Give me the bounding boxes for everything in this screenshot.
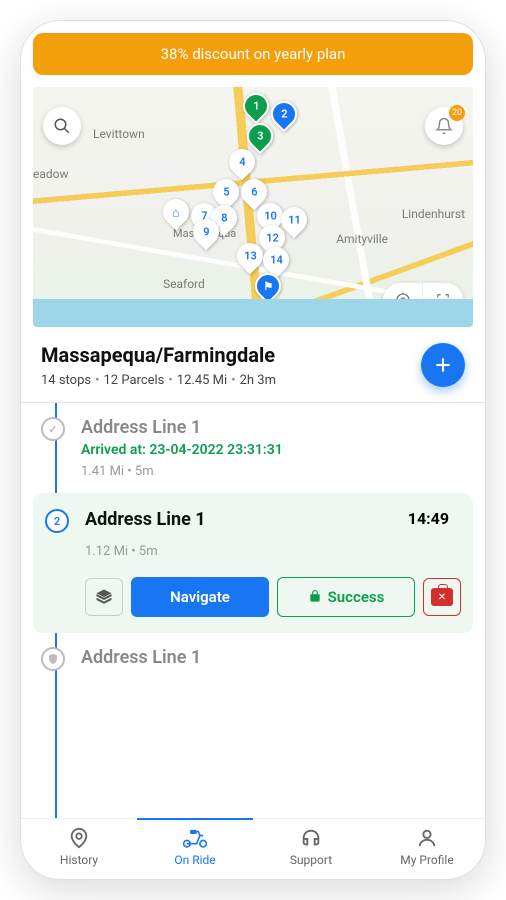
map[interactable]: Levittown eadow Lindenhurst Amityville S… — [33, 87, 473, 327]
navigate-button[interactable]: Navigate — [131, 577, 269, 617]
stop-eta: 14:49 — [408, 509, 449, 528]
stop-marker-shield — [41, 647, 65, 671]
shield-icon — [47, 653, 59, 665]
fullscreen-button[interactable] — [423, 283, 463, 317]
fail-button[interactable]: ✕ — [423, 578, 461, 616]
notifications-button[interactable]: 20 — [425, 107, 463, 145]
tab-profile[interactable]: My Profile — [369, 827, 485, 867]
add-stop-button[interactable] — [421, 343, 465, 387]
promo-banner[interactable]: 38% discount on yearly plan — [33, 33, 473, 75]
stop-marker-number: 2 — [45, 509, 69, 533]
map-search-button[interactable] — [43, 107, 81, 145]
layers-button[interactable] — [85, 578, 123, 616]
success-button[interactable]: Success — [277, 577, 415, 617]
route-meta: 14 stops•12 Parcels•12.45 Mi•2h 3m — [41, 373, 276, 388]
route-header: Massapequa/Farmingdale 14 stops•12 Parce… — [21, 327, 485, 403]
stop-title: Address Line 1 — [85, 509, 461, 530]
map-controls — [383, 283, 463, 317]
stop-distance: 1.41 Mi • 5m — [81, 464, 465, 479]
bottom-tabbar: History On Ride Support My Profile — [21, 818, 485, 879]
stops-list[interactable]: Address Line 1 Arrived at: 23-04-2022 23… — [21, 403, 485, 818]
search-icon — [53, 117, 71, 135]
tab-history[interactable]: History — [21, 827, 137, 867]
bell-icon — [435, 117, 453, 135]
scooter-icon — [137, 827, 253, 851]
history-icon — [21, 827, 137, 851]
layers-icon — [95, 588, 113, 606]
package-icon — [308, 590, 322, 604]
stop-item[interactable]: Address Line 1 Arrived at: 23-04-2022 23… — [21, 403, 485, 493]
notification-badge: 20 — [449, 105, 465, 121]
stop-title: Address Line 1 — [81, 417, 465, 438]
map-label: Levittown — [93, 127, 145, 141]
fail-icon: ✕ — [431, 588, 453, 606]
map-attribution: powered by Google — [210, 308, 295, 319]
map-label: eadow — [33, 167, 69, 181]
map-pin[interactable]: 2 — [266, 96, 303, 133]
plus-icon — [433, 355, 453, 375]
tab-on-ride[interactable]: On Ride — [137, 818, 253, 867]
recenter-button[interactable] — [383, 283, 423, 317]
stop-arrived-at: Arrived at: 23-04-2022 23:31:31 — [81, 442, 465, 458]
tab-support[interactable]: Support — [253, 827, 369, 867]
google-logo: Google — [41, 303, 85, 319]
map-pin[interactable]: 1 — [238, 88, 275, 125]
fullscreen-icon — [436, 293, 450, 307]
stop-title: Address Line 1 — [81, 647, 465, 668]
map-label: Seaford — [163, 277, 205, 291]
app-screen: 38% discount on yearly plan Levittown ea… — [20, 20, 486, 880]
stop-distance: 1.12 Mi • 5m — [85, 544, 461, 559]
stop-marker-done — [41, 417, 65, 441]
map-label: Lindenhurst — [402, 207, 465, 221]
profile-icon — [369, 827, 485, 851]
map-home-pin[interactable]: ⌂ — [158, 194, 195, 231]
stop-item[interactable]: Address Line 1 — [21, 633, 485, 685]
route-title: Massapequa/Farmingdale — [41, 343, 276, 367]
headset-icon — [253, 827, 369, 851]
stop-actions: Navigate Success ✕ — [85, 577, 461, 617]
stop-item-active[interactable]: 2 Address Line 1 1.12 Mi • 5m Navigate S… — [33, 493, 473, 633]
crosshair-icon — [395, 292, 411, 308]
map-label: Amityville — [336, 232, 388, 246]
